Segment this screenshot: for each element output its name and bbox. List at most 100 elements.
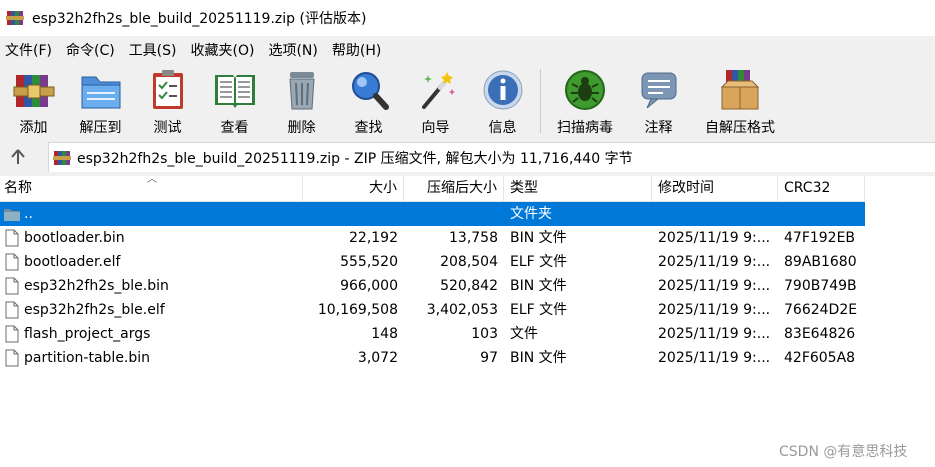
delete-label: 删除 bbox=[287, 120, 316, 136]
wizard-button[interactable]: 向导 bbox=[402, 63, 469, 137]
cell-modified bbox=[652, 202, 778, 226]
open-book-icon bbox=[214, 75, 255, 108]
menu-file[interactable]: 文件(F) bbox=[0, 40, 59, 60]
toolbar-separator bbox=[540, 69, 541, 133]
trash-can-icon bbox=[288, 72, 315, 110]
scan-virus-button[interactable]: 扫描病毒 bbox=[545, 63, 625, 137]
column-crc32[interactable]: CRC32 bbox=[778, 176, 865, 201]
cell-packed-size: 97 bbox=[480, 350, 498, 366]
sort-ascending-icon: ︿ bbox=[147, 176, 157, 185]
menu-bar: 文件(F) 命令(C) 工具(S) 收藏夹(O) 选项(N) 帮助(H) bbox=[0, 38, 935, 62]
file-icon bbox=[5, 229, 19, 247]
add-archive-icon bbox=[13, 75, 54, 107]
table-row[interactable]: esp32h2fh2s_ble.bin 966,000 520,842 BIN 文件 2… bbox=[0, 274, 865, 298]
view-button[interactable]: 查看 bbox=[201, 63, 268, 137]
winrar-books-icon bbox=[6, 11, 24, 25]
watermark: CSDN @有意思科技 bbox=[779, 444, 908, 460]
menu-options[interactable]: 选项(N) bbox=[261, 40, 324, 60]
cell-packed-size bbox=[404, 202, 504, 226]
cell-crc32 bbox=[778, 202, 865, 226]
virus-bug-icon bbox=[565, 70, 605, 110]
cell-name: esp32h2fh2s_ble.bin bbox=[24, 278, 169, 294]
extract-to-button[interactable]: 解压到 bbox=[67, 63, 134, 137]
info-button[interactable]: 信息 bbox=[469, 63, 536, 137]
sfx-box-icon bbox=[720, 70, 760, 110]
column-type[interactable]: 类型 bbox=[504, 176, 652, 201]
comment-button[interactable]: 注释 bbox=[625, 63, 692, 137]
cell-crc32: 47F192EB bbox=[784, 230, 856, 246]
folder-icon bbox=[4, 209, 20, 221]
cell-size: 555,520 bbox=[340, 254, 398, 270]
cell-name: partition-table.bin bbox=[24, 350, 151, 366]
menu-tools[interactable]: 工具(S) bbox=[122, 40, 184, 60]
column-size[interactable]: 大小 bbox=[303, 176, 404, 201]
cell-modified: 2025/11/19 9:... bbox=[658, 302, 771, 318]
cell-crc32: 76624D2E bbox=[784, 302, 858, 318]
add-button[interactable]: 添加 bbox=[0, 63, 67, 137]
view-label: 查看 bbox=[220, 120, 249, 136]
menu-command[interactable]: 命令(C) bbox=[59, 40, 122, 60]
cell-type: BIN 文件 bbox=[510, 230, 567, 246]
speech-bubble-icon bbox=[641, 72, 676, 109]
table-row[interactable]: partition-table.bin 3,072 97 BIN 文件 2025/11/… bbox=[0, 346, 865, 370]
magic-wand-icon bbox=[421, 72, 455, 109]
cell-modified: 2025/11/19 9:... bbox=[658, 230, 771, 246]
column-packed-size[interactable]: 压缩后大小 bbox=[404, 176, 504, 201]
file-list: 名称 ︿ 大小 压缩后大小 类型 修改时间 CRC32 .. 文件夹 bootloa… bbox=[0, 176, 935, 467]
cell-size bbox=[303, 202, 404, 226]
table-row[interactable]: bootloader.bin 22,192 13,758 BIN 文件 2025/11/… bbox=[0, 226, 865, 250]
cell-size: 966,000 bbox=[340, 278, 398, 294]
cell-crc32: 83E64826 bbox=[784, 326, 856, 342]
table-row[interactable]: bootloader.elf 555,520 208,504 ELF 文件 2025/1… bbox=[0, 250, 865, 274]
address-text: esp32h2fh2s_ble_build_20251119.zip - ZIP… bbox=[77, 150, 633, 167]
file-icon bbox=[5, 277, 19, 295]
cell-size: 3,072 bbox=[357, 350, 398, 366]
delete-button[interactable]: 删除 bbox=[268, 63, 335, 137]
extract-to-label: 解压到 bbox=[79, 120, 122, 136]
menu-favorites[interactable]: 收藏夹(O) bbox=[184, 40, 262, 60]
cell-packed-size: 13,758 bbox=[449, 230, 498, 246]
column-name[interactable]: 名称 ︿ bbox=[0, 176, 303, 201]
table-row[interactable]: esp32h2fh2s_ble.elf 10,169,508 3,402,053 EL… bbox=[0, 298, 865, 322]
cell-crc32: 42F605A8 bbox=[784, 350, 856, 366]
cell-type: ELF 文件 bbox=[510, 254, 568, 270]
clipboard-check-icon bbox=[152, 70, 183, 109]
cell-type: ELF 文件 bbox=[510, 302, 568, 318]
test-label: 测试 bbox=[153, 120, 182, 136]
cell-name: bootloader.bin bbox=[24, 230, 125, 246]
cell-crc32: 89AB1680 bbox=[784, 254, 857, 270]
column-modified[interactable]: 修改时间 bbox=[652, 176, 778, 201]
up-arrow-icon bbox=[11, 149, 25, 164]
info-label: 信息 bbox=[488, 120, 517, 136]
find-button[interactable]: 查找 bbox=[335, 63, 402, 137]
sfx-button[interactable]: 自解压格式 bbox=[692, 63, 788, 137]
file-icon bbox=[5, 301, 19, 319]
find-label: 查找 bbox=[354, 120, 383, 136]
up-level-button[interactable] bbox=[0, 142, 36, 172]
test-button[interactable]: 测试 bbox=[134, 63, 201, 137]
cell-packed-size: 3,402,053 bbox=[426, 302, 498, 318]
address-field[interactable]: esp32h2fh2s_ble_build_20251119.zip - ZIP… bbox=[48, 142, 935, 172]
title-bar: esp32h2fh2s_ble_build_20251119.zip (评估版本… bbox=[0, 0, 935, 36]
file-icon bbox=[5, 253, 19, 271]
scan-virus-label: 扫描病毒 bbox=[557, 120, 613, 136]
cell-size: 22,192 bbox=[349, 230, 398, 246]
cell-packed-size: 520,842 bbox=[440, 278, 498, 294]
cell-type: 文件 bbox=[510, 326, 538, 342]
parent-folder-row[interactable]: .. 文件夹 bbox=[0, 202, 865, 226]
cell-type: BIN 文件 bbox=[510, 350, 567, 366]
cell-type: BIN 文件 bbox=[510, 278, 567, 294]
table-row[interactable]: flash_project_args 148 103 文件 2025/11/19 9:.… bbox=[0, 322, 865, 346]
menu-help[interactable]: 帮助(H) bbox=[325, 40, 388, 60]
cell-type: 文件夹 bbox=[510, 206, 552, 222]
add-label: 添加 bbox=[19, 120, 48, 136]
toolbar: 添加 解压到 测试 查看 删除 查找 向导 信息 扫描病毒 注释 自解压格式 bbox=[0, 63, 935, 137]
archive-icon bbox=[53, 150, 71, 165]
cell-modified: 2025/11/19 9:... bbox=[658, 254, 771, 270]
cell-size: 10,169,508 bbox=[317, 302, 398, 318]
column-name-label: 名称 bbox=[4, 180, 32, 196]
cell-name: bootloader.elf bbox=[24, 254, 121, 270]
cell-crc32: 790B749B bbox=[784, 278, 857, 294]
cell-name: .. bbox=[24, 206, 33, 222]
comment-label: 注释 bbox=[644, 120, 673, 136]
